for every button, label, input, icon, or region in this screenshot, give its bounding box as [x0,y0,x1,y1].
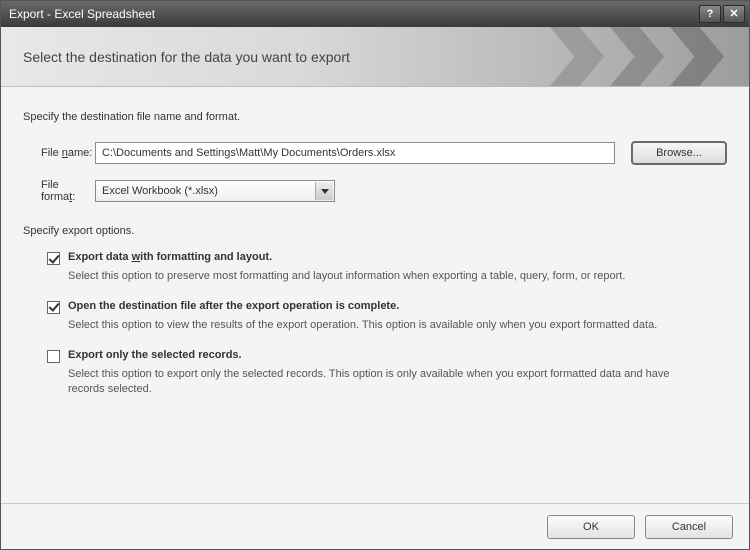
options-section-label: Specify export options. [23,225,727,237]
header-decoration [489,27,749,86]
option-open-after-export: Open the destination file after the expo… [47,300,727,333]
close-button[interactable]: ✕ [723,5,745,23]
chevron-down-icon [321,189,329,194]
title-bar[interactable]: Export - Excel Spreadsheet ? ✕ [1,1,749,27]
export-dialog: Export - Excel Spreadsheet ? ✕ Select th… [0,0,750,550]
window-title: Export - Excel Spreadsheet [9,7,697,21]
option-description: Select this option to export only the se… [68,367,708,397]
browse-button-label: Browse... [656,147,702,159]
option-description: Select this option to preserve most form… [68,269,708,284]
ok-button[interactable]: OK [547,515,635,539]
dialog-body: Specify the destination file name and fo… [1,87,749,503]
file-format-row: File format: Excel Workbook (*.xlsx) [23,179,727,203]
option-title: Open the destination file after the expo… [68,300,399,312]
cancel-button[interactable]: Cancel [645,515,733,539]
checkbox-open-after-export[interactable] [47,301,60,314]
file-name-label: File name: [23,147,95,159]
help-button[interactable]: ? [699,5,721,23]
wizard-header: Select the destination for the data you … [1,27,749,87]
file-name-input[interactable]: C:\Documents and Settings\Matt\My Docume… [95,142,615,164]
wizard-heading: Select the destination for the data you … [23,49,350,65]
file-format-combo[interactable]: Excel Workbook (*.xlsx) [95,180,335,202]
dialog-footer: OK Cancel [1,503,749,549]
arrow-icon [610,27,669,86]
checkbox-selected-records[interactable] [47,350,60,363]
close-icon: ✕ [729,9,738,20]
option-description: Select this option to view the results o… [68,318,708,333]
file-format-label: File format: [23,179,95,203]
checkbox-export-formatting[interactable] [47,252,60,265]
option-title: Export data with formatting and layout. [68,251,272,263]
destination-section-label: Specify the destination file name and fo… [23,111,727,123]
file-name-row: File name: C:\Documents and Settings\Mat… [23,141,727,165]
option-selected-records: Export only the selected records. Select… [47,349,727,397]
option-export-formatting: Export data with formatting and layout. … [47,251,727,284]
option-title: Export only the selected records. [68,349,242,361]
arrow-icon [670,27,729,86]
file-format-value: Excel Workbook (*.xlsx) [102,185,218,197]
arrow-icon [550,27,609,86]
help-icon: ? [707,9,714,20]
combo-dropdown-button[interactable] [315,182,333,200]
browse-button[interactable]: Browse... [631,141,727,165]
